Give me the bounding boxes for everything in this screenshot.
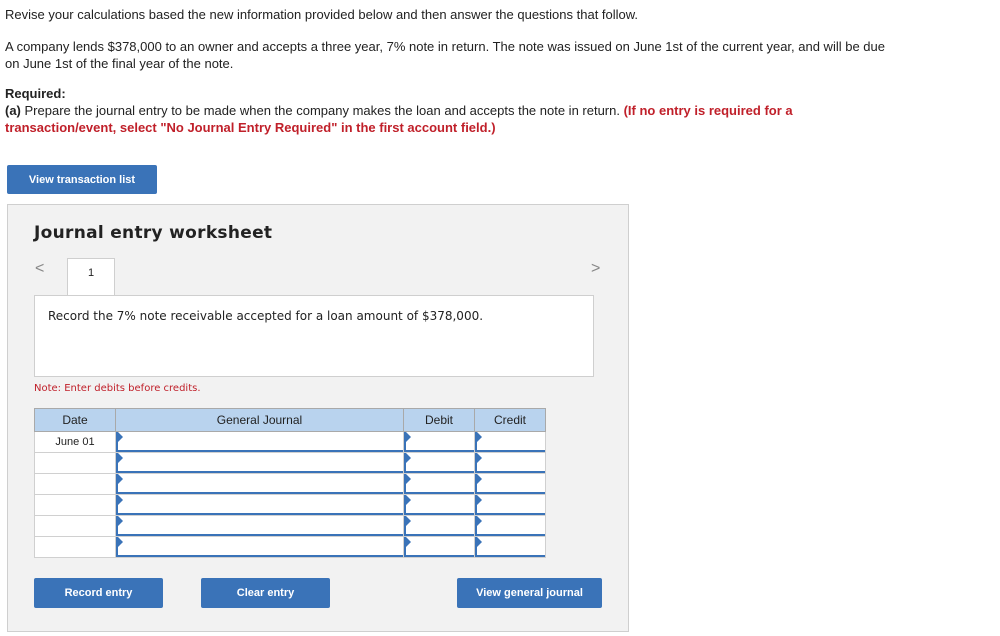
date-cell xyxy=(34,452,116,474)
problem-statement: A company lends $378,000 to an owner and… xyxy=(5,39,885,71)
col-credit: Credit xyxy=(474,408,546,432)
tab-entry-1[interactable]: 1 xyxy=(67,258,115,297)
view-general-journal-button[interactable]: View general journal xyxy=(457,578,602,608)
debit-input[interactable] xyxy=(404,537,474,557)
entry-description-box: Record the 7% note receivable accepted f… xyxy=(34,295,594,377)
col-date: Date xyxy=(34,408,116,432)
table-row: June 01 xyxy=(34,431,546,453)
debit-input[interactable] xyxy=(404,453,474,473)
next-chevron-icon[interactable]: > xyxy=(591,260,600,278)
table-row xyxy=(34,515,546,537)
debit-input[interactable] xyxy=(404,495,474,515)
instructions-text: Revise your calculations based the new i… xyxy=(5,6,905,23)
date-cell xyxy=(34,515,116,537)
debit-field[interactable] xyxy=(403,452,475,474)
journal-table: Date General Journal Debit Credit June 0… xyxy=(34,408,546,558)
account-input[interactable] xyxy=(116,453,403,473)
journal-entry-worksheet: Journal entry worksheet < 1 > Record the… xyxy=(7,204,629,632)
table-row xyxy=(34,536,546,558)
debit-field[interactable] xyxy=(403,473,475,495)
account-input[interactable] xyxy=(116,516,403,536)
credit-input[interactable] xyxy=(475,516,545,536)
journal-header-row: Date General Journal Debit Credit xyxy=(34,408,546,432)
clear-entry-button[interactable]: Clear entry xyxy=(201,578,330,608)
credit-input[interactable] xyxy=(475,432,545,452)
date-cell xyxy=(34,536,116,558)
account-field[interactable] xyxy=(115,473,404,495)
account-field[interactable] xyxy=(115,494,404,516)
debit-input[interactable] xyxy=(404,432,474,452)
date-cell xyxy=(34,473,116,495)
credit-input[interactable] xyxy=(475,453,545,473)
credit-field[interactable] xyxy=(474,431,546,453)
instructions: Revise your calculations based the new i… xyxy=(5,7,639,22)
date-cell: June 01 xyxy=(34,431,116,453)
table-row xyxy=(34,452,546,474)
col-debit: Debit xyxy=(403,408,475,432)
credit-input[interactable] xyxy=(475,537,545,557)
account-field[interactable] xyxy=(115,452,404,474)
account-field[interactable] xyxy=(115,431,404,453)
col-general-journal: General Journal xyxy=(115,408,404,432)
record-entry-button[interactable]: Record entry xyxy=(34,578,163,608)
debit-input[interactable] xyxy=(404,516,474,536)
prev-chevron-icon[interactable]: < xyxy=(35,260,44,278)
credit-field[interactable] xyxy=(474,452,546,474)
required-part-a: (a) Prepare the journal entry to be made… xyxy=(5,102,905,136)
credit-input[interactable] xyxy=(475,474,545,494)
view-transaction-list-button[interactable]: View transaction list xyxy=(7,165,157,194)
table-row xyxy=(34,473,546,495)
account-input[interactable] xyxy=(116,474,403,494)
account-field[interactable] xyxy=(115,515,404,537)
date-cell xyxy=(34,494,116,516)
debit-input[interactable] xyxy=(404,474,474,494)
debit-field[interactable] xyxy=(403,515,475,537)
debit-field[interactable] xyxy=(403,431,475,453)
entry-description: Record the 7% note receivable accepted f… xyxy=(48,309,484,323)
account-field[interactable] xyxy=(115,536,404,558)
account-input[interactable] xyxy=(116,495,403,515)
table-row xyxy=(34,494,546,516)
debit-field[interactable] xyxy=(403,536,475,558)
debit-credit-note: Note: Enter debits before credits. xyxy=(34,383,201,394)
credit-field[interactable] xyxy=(474,494,546,516)
credit-field[interactable] xyxy=(474,536,546,558)
part-label: (a) xyxy=(5,103,21,118)
part-text: Prepare the journal entry to be made whe… xyxy=(20,103,624,118)
credit-field[interactable] xyxy=(474,473,546,495)
credit-field[interactable] xyxy=(474,515,546,537)
account-input[interactable] xyxy=(116,537,403,557)
credit-input[interactable] xyxy=(475,495,545,515)
worksheet-title: Journal entry worksheet xyxy=(34,223,273,243)
debit-field[interactable] xyxy=(403,494,475,516)
required-heading: Required: xyxy=(5,86,66,101)
account-input[interactable] xyxy=(116,432,403,452)
problem-text: A company lends $378,000 to an owner and… xyxy=(5,38,905,72)
required-section: Required: (a) Prepare the journal entry … xyxy=(5,85,905,136)
